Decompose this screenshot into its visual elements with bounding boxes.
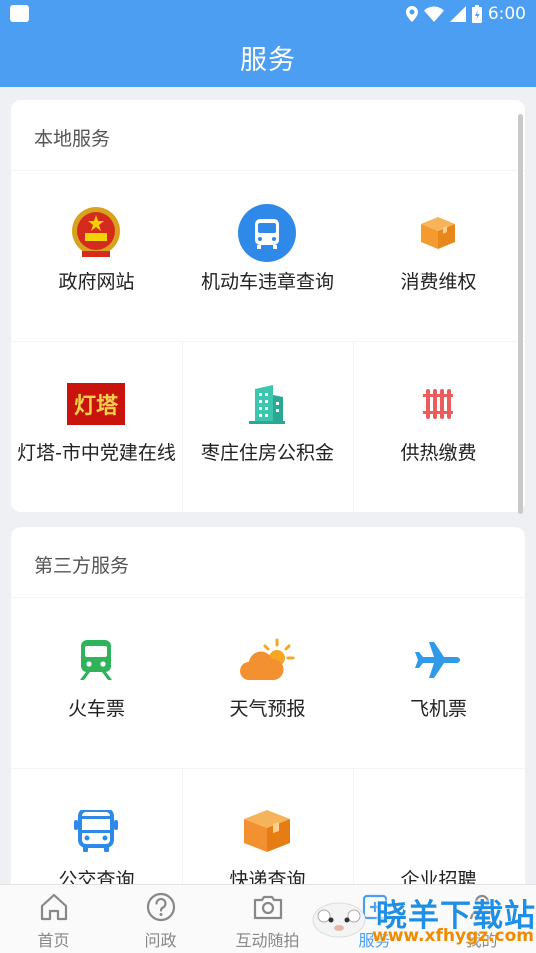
- national-emblem-icon: [66, 203, 126, 263]
- parcel-icon: [237, 801, 297, 861]
- service-label: 灯塔-市中党建在线: [17, 442, 176, 464]
- service-item-dengta[interactable]: 灯塔 灯塔-市中党建在线: [11, 342, 182, 513]
- service-item-housing-fund[interactable]: 枣庄住房公积金: [182, 342, 353, 513]
- nav-home[interactable]: 首页: [0, 885, 107, 953]
- service-label: 枣庄住房公积金: [200, 442, 334, 464]
- service-label: 政府网站: [58, 271, 135, 293]
- radiator-icon: [408, 374, 468, 434]
- svg-text:灯塔: 灯塔: [74, 393, 119, 419]
- service-item-express-query[interactable]: 快递查询: [182, 769, 353, 884]
- wifi-icon: [423, 6, 444, 22]
- question-icon: [146, 892, 176, 922]
- airplane-icon: [408, 630, 468, 690]
- scrollbar[interactable]: [518, 114, 523, 514]
- service-item-gov-website[interactable]: 政府网站: [11, 171, 182, 342]
- buildings-icon: [237, 374, 297, 434]
- battery-icon: [471, 5, 482, 23]
- location-icon: [405, 6, 418, 22]
- section-title: 第三方服务: [34, 555, 130, 577]
- local-services-card: 本地服务 政府网站 机动车违章查询 消费维权 灯塔 灯塔-市中党建在线 枣庄住房…: [11, 100, 525, 514]
- notification-icon: [10, 5, 29, 22]
- service-label: 快递查询: [229, 869, 306, 884]
- service-label: 供热缴费: [400, 442, 477, 464]
- nav-label: 首页: [37, 931, 70, 950]
- app-header: 6:00 服务: [0, 0, 536, 87]
- content-scroll[interactable]: 本地服务 政府网站 机动车违章查询 消费维权 灯塔 灯塔-市中党建在线 枣庄住房…: [0, 87, 536, 884]
- service-label: 机动车违章查询: [200, 271, 334, 293]
- recruit-icon: [408, 801, 468, 861]
- nav-label: 问政: [144, 931, 177, 950]
- nav-wenzheng[interactable]: 问政: [107, 885, 214, 953]
- service-item-flight-tickets[interactable]: 飞机票: [353, 598, 524, 769]
- status-time: 6:00: [487, 4, 526, 24]
- bus-circle-icon: [237, 203, 297, 263]
- sheep-logo-icon: [312, 902, 366, 938]
- bus-icon: [66, 801, 126, 861]
- third-party-services-card: 第三方服务 火车票 天气预报 飞机票 公交查询 快递查询 企业招聘: [11, 527, 525, 884]
- weather-icon: [237, 630, 297, 690]
- section-title: 本地服务: [34, 128, 111, 150]
- service-item-recruitment[interactable]: 企业招聘: [353, 769, 524, 884]
- box-icon: [408, 203, 468, 263]
- service-item-bus-query[interactable]: 公交查询: [11, 769, 182, 884]
- service-item-traffic-violation[interactable]: 机动车违章查询: [182, 171, 353, 342]
- service-label: 公交查询: [58, 869, 135, 884]
- service-label: 企业招聘: [400, 869, 477, 884]
- dengta-logo-icon: 灯塔: [67, 374, 125, 434]
- train-icon: [66, 630, 126, 690]
- signal-icon: [449, 6, 466, 22]
- watermark: 晓羊下载站 www.xfhygz.com: [306, 888, 536, 948]
- service-label: 消费维权: [400, 271, 477, 293]
- service-label: 天气预报: [229, 698, 306, 720]
- service-item-consumer-rights[interactable]: 消费维权: [353, 171, 524, 342]
- service-item-weather[interactable]: 天气预报: [182, 598, 353, 769]
- home-icon: [40, 893, 68, 921]
- service-item-train-tickets[interactable]: 火车票: [11, 598, 182, 769]
- service-item-heating-payment[interactable]: 供热缴费: [353, 342, 524, 513]
- service-label: 火车票: [67, 698, 125, 720]
- nav-label: 互动随拍: [235, 931, 300, 950]
- service-label: 飞机票: [409, 698, 467, 720]
- nav-interactive-photo[interactable]: 互动随拍: [214, 885, 321, 953]
- camera-icon: [253, 895, 283, 920]
- page-title: 服务: [240, 45, 296, 76]
- status-bar: 6:00: [405, 2, 526, 26]
- watermark-url: www.xfhygz.com: [372, 926, 535, 946]
